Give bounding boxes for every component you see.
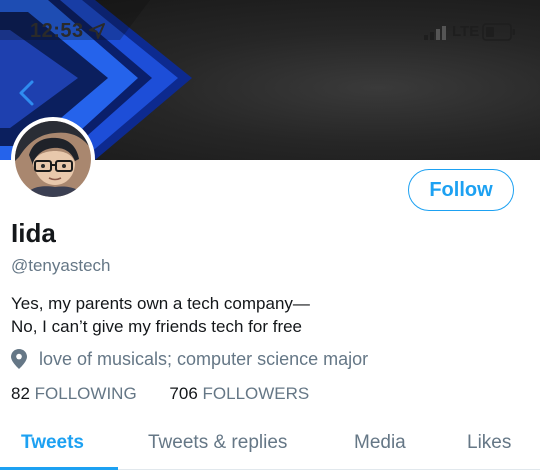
bio-line: Yes, my parents own a tech company— xyxy=(11,294,310,313)
tab-media[interactable]: Media xyxy=(354,432,406,454)
following-label: FOLLOWING xyxy=(34,384,137,403)
map-pin-icon xyxy=(11,349,27,369)
profile-bio: Yes, my parents own a tech company— No, … xyxy=(11,292,310,338)
bio-line: No, I can’t give my friends tech for fre… xyxy=(11,317,303,336)
signal-bars-icon xyxy=(424,26,446,40)
followers-label: FOLLOWERS xyxy=(202,384,310,403)
location-arrow-icon xyxy=(89,23,105,39)
battery-icon xyxy=(482,23,515,41)
avatar[interactable] xyxy=(11,117,95,201)
followers-stat[interactable]: 706 FOLLOWERS xyxy=(169,384,309,404)
followers-count: 706 xyxy=(169,384,198,403)
profile-handle[interactable]: @tenyastech xyxy=(11,256,110,276)
location-text: love of musicals; computer science major xyxy=(39,348,369,369)
tab-likes[interactable]: Likes xyxy=(467,432,511,454)
avatar-image xyxy=(15,121,91,197)
follow-button[interactable]: Follow xyxy=(408,169,514,211)
tab-tweets[interactable]: Tweets xyxy=(21,432,84,454)
following-stat[interactable]: 82 FOLLOWING xyxy=(11,384,137,404)
status-bar: 12:53 LTE xyxy=(0,0,540,62)
profile-stats: 82 FOLLOWING 706 FOLLOWERS xyxy=(11,384,337,404)
profile-location: love of musicals; computer science major xyxy=(11,347,368,371)
active-tab-indicator xyxy=(0,467,118,470)
back-button[interactable] xyxy=(14,78,42,108)
profile-name: Iida xyxy=(11,218,56,248)
following-count: 82 xyxy=(11,384,30,403)
status-time: 12:53 xyxy=(30,20,84,42)
profile-tabs: Tweets Tweets & replies Media Likes xyxy=(0,423,540,470)
tab-tweets-replies[interactable]: Tweets & replies xyxy=(148,432,287,454)
carrier-label: LTE xyxy=(452,23,480,40)
